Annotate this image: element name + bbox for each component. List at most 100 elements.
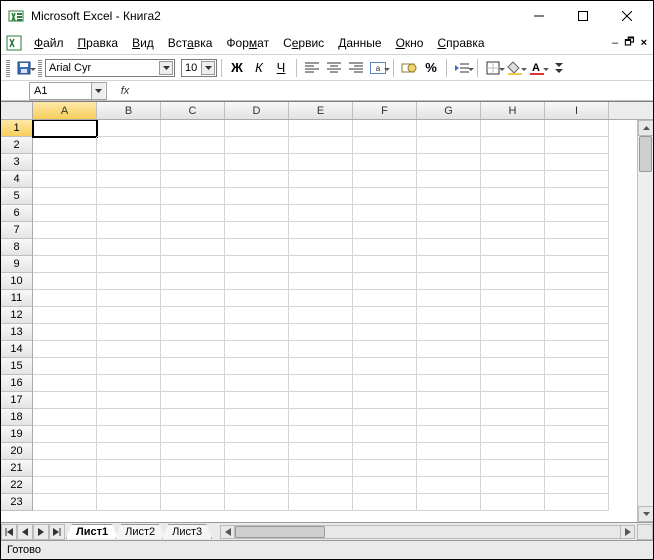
cell[interactable] [289,188,353,205]
cell[interactable] [33,426,97,443]
cell[interactable] [353,154,417,171]
row-header[interactable]: 21 [1,460,33,477]
cell[interactable] [97,477,161,494]
cell[interactable] [289,290,353,307]
row-header[interactable]: 14 [1,341,33,358]
cell[interactable] [417,239,481,256]
tab-nav-prev-button[interactable] [17,524,33,540]
cell[interactable] [481,239,545,256]
cell[interactable] [353,307,417,324]
column-header[interactable]: D [225,102,289,119]
row-header[interactable]: 18 [1,409,33,426]
cell[interactable] [33,188,97,205]
cell[interactable] [33,239,97,256]
cell[interactable] [161,324,225,341]
cell[interactable] [545,460,609,477]
cell[interactable] [161,477,225,494]
cell[interactable] [481,477,545,494]
scroll-right-arrow-icon[interactable] [620,526,634,538]
column-header[interactable]: E [289,102,353,119]
row-header[interactable]: 16 [1,375,33,392]
cell[interactable] [161,120,225,137]
cell[interactable] [353,324,417,341]
column-header[interactable]: C [161,102,225,119]
cell[interactable] [33,460,97,477]
cell[interactable] [481,120,545,137]
percent-button[interactable]: % [420,57,442,79]
row-header[interactable]: 10 [1,273,33,290]
cell[interactable] [97,460,161,477]
cell[interactable] [33,443,97,460]
cell[interactable] [161,443,225,460]
row-header[interactable]: 11 [1,290,33,307]
cell[interactable] [417,120,481,137]
chevron-down-icon[interactable] [91,83,105,99]
cell[interactable] [97,307,161,324]
cell[interactable] [97,273,161,290]
cell[interactable] [161,239,225,256]
cell[interactable] [289,120,353,137]
cell[interactable] [545,358,609,375]
cell[interactable] [417,290,481,307]
tab-nav-last-button[interactable] [49,524,65,540]
cell[interactable] [97,409,161,426]
toolbar-grip-icon[interactable] [6,59,10,77]
font-selector[interactable]: Arial Cyr [45,59,175,77]
cell[interactable] [353,443,417,460]
cell[interactable] [289,341,353,358]
cell[interactable] [225,222,289,239]
row-header[interactable]: 22 [1,477,33,494]
cell[interactable] [481,358,545,375]
align-right-button[interactable] [345,57,367,79]
cell[interactable] [289,494,353,511]
cell[interactable] [33,358,97,375]
menu-help[interactable]: Справка [430,34,491,52]
cell[interactable] [161,341,225,358]
cell[interactable] [33,341,97,358]
cell[interactable] [97,188,161,205]
cell[interactable] [97,426,161,443]
cell[interactable] [225,137,289,154]
row-header[interactable]: 3 [1,154,33,171]
cell[interactable] [33,273,97,290]
cell[interactable] [97,154,161,171]
tab-nav-first-button[interactable] [1,524,17,540]
column-header[interactable]: H [481,102,545,119]
row-header[interactable]: 7 [1,222,33,239]
vertical-scroll-thumb[interactable] [639,136,652,172]
cell[interactable] [545,154,609,171]
column-header[interactable]: G [417,102,481,119]
minimize-button[interactable] [517,2,561,30]
horizontal-scrollbar[interactable] [220,525,635,539]
cell[interactable] [417,307,481,324]
sheet-tab[interactable]: Лист3 [162,524,212,539]
font-color-button[interactable]: A [526,57,548,79]
italic-button[interactable]: К [248,57,270,79]
cell[interactable] [481,426,545,443]
cell[interactable] [289,443,353,460]
cell[interactable] [225,426,289,443]
cell[interactable] [97,222,161,239]
cell[interactable] [289,409,353,426]
bold-button[interactable]: Ж [226,57,248,79]
row-header[interactable]: 5 [1,188,33,205]
doc-close-button[interactable]: × [641,37,647,49]
toolbar-grip-icon[interactable] [38,59,42,77]
cell[interactable] [545,307,609,324]
cell[interactable] [161,256,225,273]
cell[interactable] [225,341,289,358]
cell[interactable] [97,324,161,341]
cell[interactable] [97,358,161,375]
cell[interactable] [353,426,417,443]
cell[interactable] [353,460,417,477]
cell[interactable] [225,375,289,392]
cell[interactable] [33,307,97,324]
cell[interactable] [417,137,481,154]
select-all-corner[interactable] [1,102,33,119]
cell[interactable] [33,222,97,239]
cell[interactable] [161,307,225,324]
cell[interactable] [545,239,609,256]
cell[interactable] [417,477,481,494]
cell[interactable] [161,392,225,409]
cell[interactable] [97,494,161,511]
